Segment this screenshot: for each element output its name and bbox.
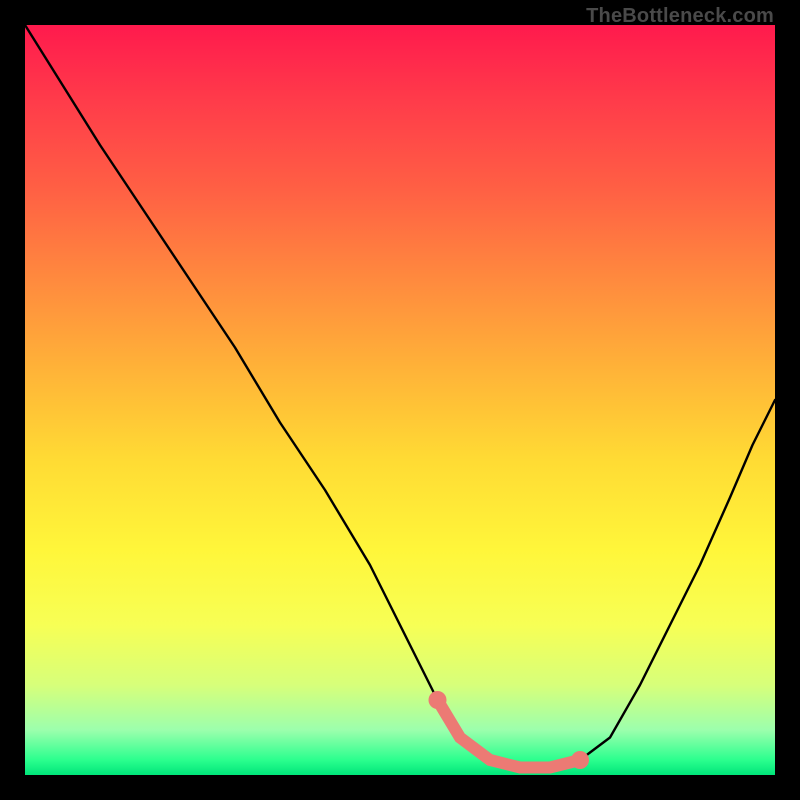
bottleneck-curve bbox=[25, 25, 775, 768]
chart-wrapper: TheBottleneck.com bbox=[0, 0, 800, 800]
plot-area bbox=[25, 25, 775, 775]
highlight-point-left bbox=[429, 691, 447, 709]
highlight-segment bbox=[438, 700, 581, 768]
highlight-point-right bbox=[571, 751, 589, 769]
chart-svg bbox=[25, 25, 775, 775]
